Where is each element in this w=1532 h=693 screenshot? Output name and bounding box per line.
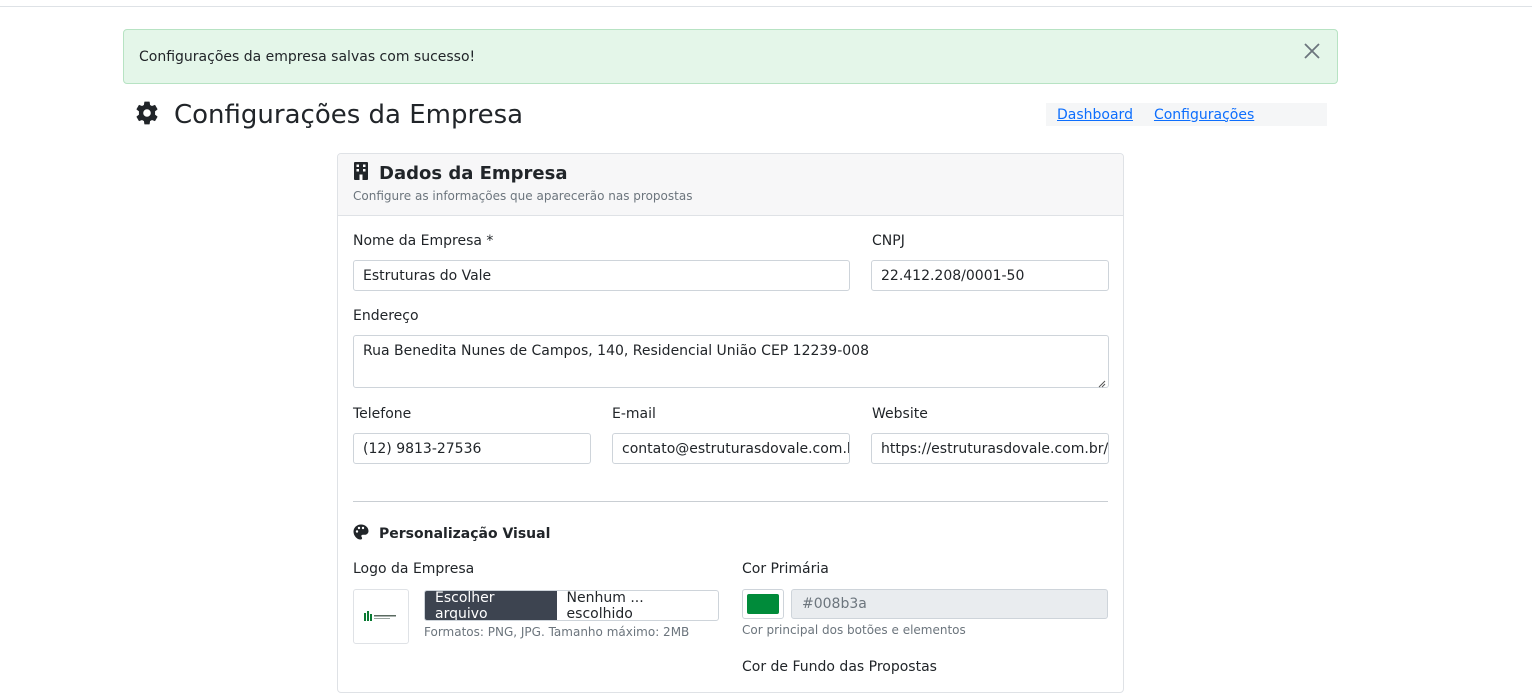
gear-icon bbox=[134, 100, 160, 130]
primary-color-swatch bbox=[747, 594, 779, 614]
cnpj-input[interactable]: 22.412.208/0001-50 bbox=[871, 260, 1109, 291]
address-value: Rua Benedita Nunes de Campos, 140, Resid… bbox=[363, 343, 869, 359]
resize-handle-icon[interactable] bbox=[1097, 376, 1106, 388]
chosen-file-name: Nenhum ... escolhido bbox=[566, 590, 644, 621]
page-header: Configurações da Empresa bbox=[134, 96, 523, 134]
logo-file-input[interactable]: Escolher arquivo Nenhum ... escolhido bbox=[424, 590, 719, 621]
building-icon bbox=[353, 162, 369, 185]
logo-preview bbox=[353, 589, 409, 644]
visual-section-label: Personalização Visual bbox=[379, 526, 551, 542]
website-label: Website bbox=[872, 406, 928, 422]
cnpj-label: CNPJ bbox=[872, 233, 905, 249]
choose-file-button[interactable]: Escolher arquivo bbox=[425, 591, 557, 620]
company-name-label: Nome da Empresa * bbox=[353, 233, 494, 249]
section-divider bbox=[353, 501, 1108, 502]
breadcrumb-dashboard-link[interactable]: Dashboard bbox=[1057, 107, 1133, 123]
primary-color-help-text: Cor principal dos botões e elementos bbox=[742, 623, 966, 637]
company-name-input[interactable]: Estruturas do Vale bbox=[353, 260, 850, 291]
visual-section-title: Personalização Visual bbox=[353, 524, 550, 544]
email-input[interactable]: contato@estruturasdovale.com.br bbox=[612, 433, 850, 464]
phone-label: Telefone bbox=[353, 406, 412, 422]
primary-color-hex-input[interactable]: #008b3a bbox=[791, 589, 1108, 619]
success-alert: Configurações da empresa salvas com suce… bbox=[123, 29, 1338, 84]
card-title: Dados da Empresa bbox=[379, 163, 568, 184]
address-textarea[interactable]: Rua Benedita Nunes de Campos, 140, Resid… bbox=[353, 335, 1109, 388]
phone-input[interactable]: (12) 9813-27536 bbox=[353, 433, 591, 464]
breadcrumb: Dashboard Configurações bbox=[1046, 103, 1327, 126]
primary-color-label: Cor Primária bbox=[742, 561, 829, 577]
logo-label: Logo da Empresa bbox=[353, 561, 475, 577]
palette-icon bbox=[353, 524, 369, 544]
email-label: E-mail bbox=[612, 406, 656, 422]
primary-color-picker[interactable] bbox=[742, 589, 784, 619]
background-color-label: Cor de Fundo das Propostas bbox=[742, 659, 937, 675]
address-label: Endereço bbox=[353, 308, 419, 324]
company-logo-image bbox=[364, 610, 396, 621]
card-header: Dados da Empresa Configure as informaçõe… bbox=[338, 154, 1123, 216]
logo-help-text: Formatos: PNG, JPG. Tamanho máximo: 2MB bbox=[424, 625, 690, 639]
website-input[interactable]: https://estruturasdovale.com.br/ bbox=[871, 433, 1109, 464]
company-data-card: Dados da Empresa Configure as informaçõe… bbox=[337, 153, 1124, 693]
page-title: Configurações da Empresa bbox=[174, 100, 524, 130]
alert-message: Configurações da empresa salvas com suce… bbox=[139, 48, 476, 65]
close-icon[interactable] bbox=[1303, 42, 1321, 60]
card-subtitle: Configure as informações que aparecerão … bbox=[353, 189, 693, 203]
top-border bbox=[0, 6, 1532, 7]
breadcrumb-settings-link[interactable]: Configurações bbox=[1154, 107, 1254, 123]
